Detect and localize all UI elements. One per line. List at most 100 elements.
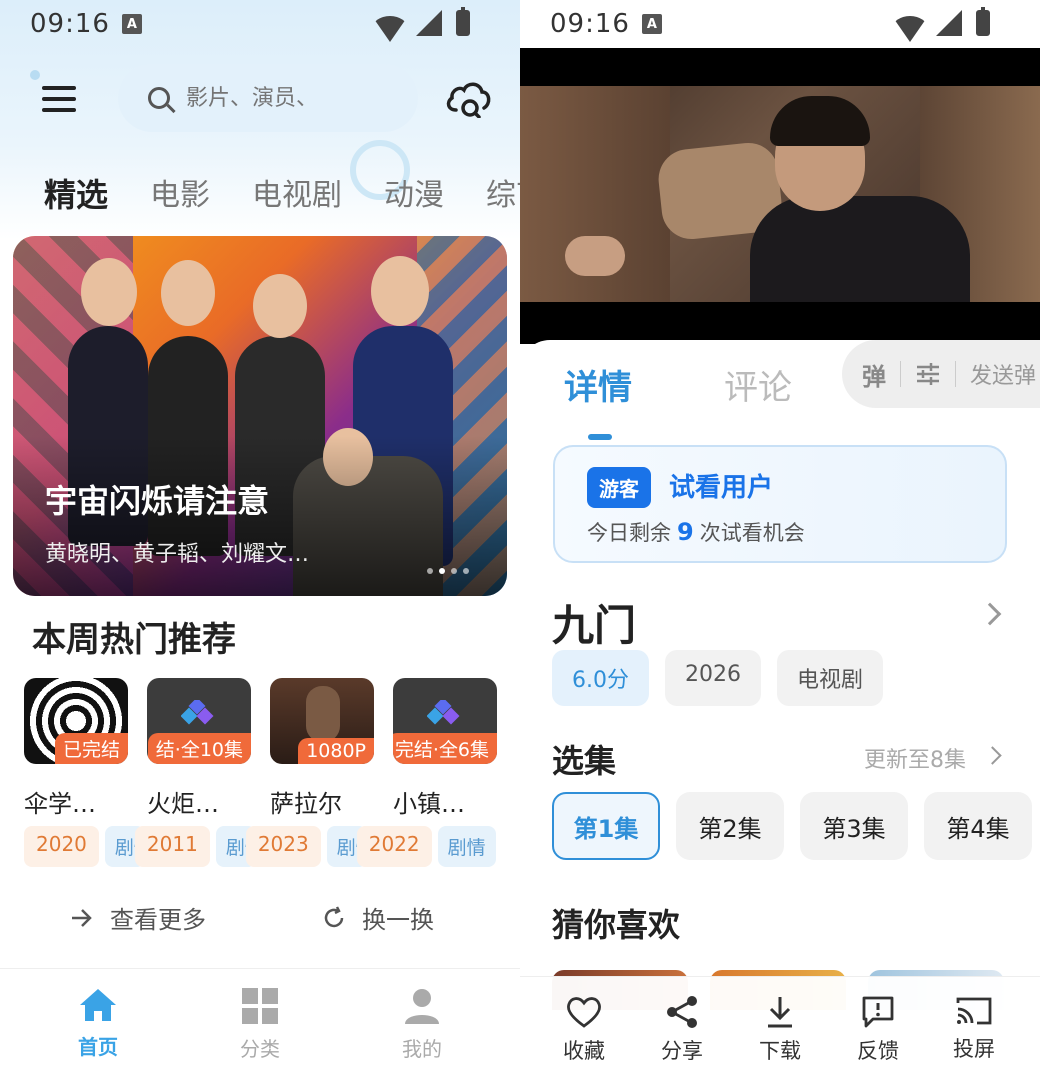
refresh-icon bbox=[324, 905, 344, 927]
recommend-card[interactable]: 完结·全6集 小镇… bbox=[393, 678, 497, 819]
cast-button[interactable]: 投屏 bbox=[934, 995, 1014, 1063]
banner-title: 宇宙闪烁请注意 bbox=[45, 482, 270, 520]
poster-thumbnail: 完结·全6集 bbox=[393, 678, 497, 764]
banner-figure-head bbox=[371, 256, 429, 326]
guest-trial-card[interactable]: 游客 试看用户 今日剩余 9 次试看机会 bbox=[553, 445, 1007, 563]
trial-suffix: 次试看机会 bbox=[699, 521, 805, 545]
episode-button[interactable]: 第2集 bbox=[676, 792, 784, 860]
view-more-label: 查看更多 bbox=[110, 906, 206, 934]
year-tag: 2020 bbox=[24, 826, 99, 867]
home-screen: 09:16 A 精选 电影 电视剧 动漫 综艺 bbox=[0, 0, 520, 1080]
system-icons bbox=[892, 7, 990, 42]
cloud-sync-icon[interactable] bbox=[444, 78, 492, 118]
favorite-button[interactable]: 收藏 bbox=[544, 995, 624, 1065]
banner-figure-head bbox=[161, 260, 215, 326]
tab-variety[interactable]: 综艺 bbox=[486, 170, 520, 216]
recommend-title: 萨拉尔 bbox=[270, 790, 342, 818]
status-bar: 09:16 A bbox=[520, 0, 1040, 48]
episode-button[interactable]: 第1集 bbox=[552, 792, 660, 860]
recommend-title: 小镇… bbox=[393, 790, 465, 818]
wifi-icon bbox=[892, 16, 928, 42]
episode-list: 第1集 第2集 第3集 第4集 bbox=[552, 792, 1032, 860]
tab-indicator bbox=[588, 434, 612, 440]
cast-label: 投屏 bbox=[953, 1037, 995, 1061]
share-icon bbox=[667, 996, 697, 1028]
notification-a-icon: A bbox=[641, 14, 662, 34]
share-label: 分享 bbox=[661, 1039, 703, 1063]
tab-details[interactable]: 详情 bbox=[564, 360, 632, 409]
video-figure-hair bbox=[770, 96, 870, 146]
pager-dot[interactable] bbox=[463, 568, 469, 574]
placeholder-logo-icon bbox=[181, 700, 214, 725]
signal-icon bbox=[936, 10, 962, 36]
divider bbox=[900, 361, 901, 387]
nav-category[interactable]: 分类 bbox=[210, 987, 310, 1062]
bottom-navigation: 首页 分类 我的 bbox=[0, 968, 520, 1080]
episode-button[interactable]: 第3集 bbox=[800, 792, 908, 860]
year-tag: 2023 bbox=[245, 826, 321, 867]
view-more-button[interactable]: 查看更多 bbox=[70, 900, 206, 935]
episode-button[interactable]: 第4集 bbox=[924, 792, 1032, 860]
tab-anime[interactable]: 动漫 bbox=[384, 170, 444, 216]
recommend-tags: 2020 剧情 2011 剧情 2023 剧情 2022 剧情 bbox=[24, 826, 496, 867]
hot-actions: 查看更多 换一换 bbox=[0, 900, 520, 944]
video-player[interactable] bbox=[520, 48, 1040, 344]
heart-icon bbox=[567, 997, 601, 1028]
status-badge: 结·全10集 bbox=[147, 733, 251, 764]
recommend-card[interactable]: 1080P 萨拉尔 bbox=[270, 678, 374, 819]
genre-tag: 剧情 bbox=[437, 826, 496, 867]
poster-thumbnail: 1080P bbox=[270, 678, 374, 764]
search-input[interactable] bbox=[186, 85, 386, 111]
episodes-title: 选集 bbox=[552, 742, 617, 780]
search-icon bbox=[148, 87, 170, 109]
danmaku-toggle[interactable]: 弹 bbox=[862, 357, 886, 392]
settings-sliders-icon[interactable] bbox=[915, 362, 941, 386]
trial-remaining: 今日剩余 9 次试看机会 bbox=[587, 517, 805, 547]
poster-figure bbox=[306, 686, 340, 742]
tab-movies[interactable]: 电影 bbox=[150, 170, 210, 216]
danmaku-input[interactable]: 发送弹 bbox=[970, 358, 1036, 390]
wifi-icon bbox=[372, 16, 408, 42]
status-bar: 09:16 A bbox=[0, 0, 520, 48]
share-button[interactable]: 分享 bbox=[642, 995, 722, 1065]
download-button[interactable]: 下载 bbox=[740, 995, 820, 1065]
arrow-right-icon bbox=[72, 908, 92, 927]
tab-tv[interactable]: 电视剧 bbox=[252, 170, 342, 216]
banner-subtitle: 黄晓明、黄子韬、刘耀文… bbox=[45, 542, 310, 567]
nav-category-label: 分类 bbox=[240, 1037, 280, 1061]
recommend-card[interactable]: 已完结 伞学… bbox=[24, 678, 128, 819]
pager-dot[interactable] bbox=[427, 568, 433, 574]
pager-dot[interactable] bbox=[451, 568, 457, 574]
recommend-card[interactable]: 结·全10集 火炬… bbox=[147, 678, 251, 819]
pager-dot[interactable] bbox=[439, 568, 445, 574]
nav-home[interactable]: 首页 bbox=[48, 987, 148, 1060]
poster-thumbnail: 已完结 bbox=[24, 678, 128, 764]
video-figure bbox=[750, 196, 970, 302]
home-icon bbox=[80, 989, 116, 1021]
download-icon bbox=[768, 997, 792, 1028]
menu-icon[interactable] bbox=[42, 86, 76, 112]
status-badge: 已完结 bbox=[54, 733, 128, 764]
episodes-update[interactable]: 更新至8集 bbox=[864, 742, 966, 774]
year-tag: 2026 bbox=[665, 650, 761, 706]
tab-featured[interactable]: 精选 bbox=[44, 170, 108, 216]
shuffle-button[interactable]: 换一换 bbox=[322, 900, 434, 935]
featured-banner[interactable]: 宇宙闪烁请注意 黄晓明、黄子韬、刘耀文… bbox=[13, 236, 507, 596]
feedback-button[interactable]: 反馈 bbox=[838, 995, 918, 1065]
notification-a-icon: A bbox=[121, 14, 142, 34]
search-box[interactable] bbox=[118, 64, 418, 132]
recommend-title: 伞学… bbox=[24, 790, 96, 818]
banner-figure-head bbox=[253, 274, 307, 338]
status-time: 09:16 bbox=[30, 9, 110, 39]
tab-comments[interactable]: 评论 bbox=[724, 360, 792, 409]
nav-profile[interactable]: 我的 bbox=[372, 987, 472, 1062]
trial-prefix: 今日剩余 bbox=[587, 521, 671, 545]
action-bar: 收藏 分享 下载 反馈 投屏 bbox=[520, 976, 1040, 1080]
danmaku-bar: 弹 发送弹 bbox=[842, 340, 1040, 408]
cast-icon bbox=[956, 997, 992, 1025]
poster-thumbnail: 结·全10集 bbox=[147, 678, 251, 764]
feedback-label: 反馈 bbox=[857, 1039, 899, 1063]
recommend-title: 猜你喜欢 bbox=[552, 906, 681, 944]
detail-screen: 09:16 A 详情 评论 弹 发送弹 游客 试看用户 今日剩余 9 次试看机会… bbox=[520, 0, 1040, 1080]
download-label: 下载 bbox=[759, 1039, 801, 1063]
